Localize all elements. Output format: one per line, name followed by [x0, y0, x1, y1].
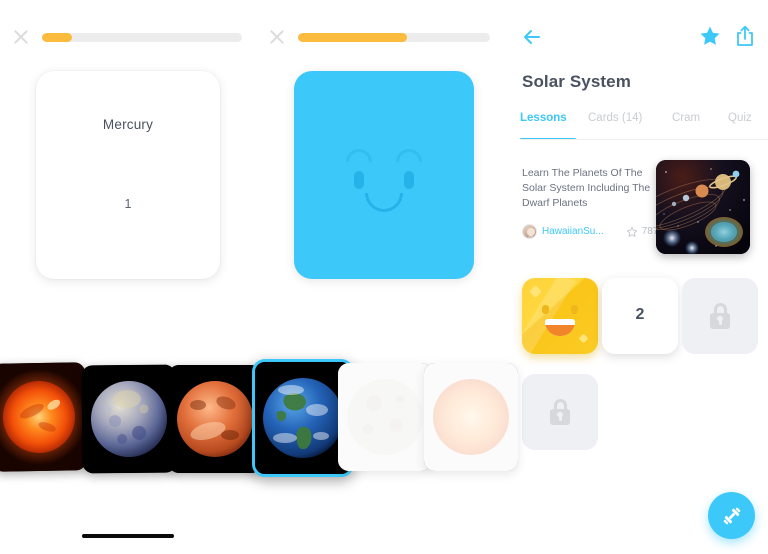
panel-middle-topbar: [256, 24, 504, 50]
eye-right: [404, 171, 414, 189]
tab-quiz[interactable]: Quiz: [728, 112, 752, 124]
lesson-title: Learn The Planets Of The Solar System In…: [522, 167, 651, 209]
tab-lessons[interactable]: Lessons: [520, 112, 567, 124]
lesson-tile-current[interactable]: 2: [602, 278, 678, 354]
progress-fill: [298, 32, 408, 42]
lesson-tile-locked[interactable]: [682, 278, 758, 354]
rating: 787: [626, 226, 658, 238]
progress-fill: [42, 32, 72, 42]
planet-card-carousel[interactable]: [0, 357, 520, 477]
flashcard-front[interactable]: Mercury 1: [36, 71, 220, 279]
eyebrow-right: [396, 149, 422, 162]
lesson-author[interactable]: HawaiianSu...: [542, 226, 604, 237]
close-icon[interactable]: [266, 26, 288, 48]
planet-card-next-2[interactable]: [424, 363, 518, 471]
progress-bar-left: [42, 32, 242, 42]
eye-left: [354, 171, 364, 189]
lock-icon: [710, 303, 730, 329]
mouth-open-smile: [545, 319, 575, 336]
lock-keyhole: [557, 411, 563, 421]
flashcard-number: 1: [124, 197, 132, 211]
tab-baseline: [520, 138, 768, 140]
tab-bar: Lessons Cards (14) Cram Quiz: [520, 112, 768, 140]
lesson-list-item[interactable]: Learn The Planets Of The Solar System In…: [522, 160, 758, 258]
mouth-smile: [365, 193, 403, 212]
planet-card-next-1[interactable]: [338, 363, 432, 471]
dumbbell-icon: [723, 507, 740, 524]
lock-icon: [550, 399, 570, 425]
lock-keyhole: [717, 315, 723, 325]
flashcard-term: Mercury: [102, 117, 154, 132]
smiley-face-icon: [294, 149, 474, 229]
lesson-tile-locked[interactable]: [522, 374, 598, 450]
lesson-detail-panel: Solar System Lessons Cards (14) Cram Qui…: [502, 0, 768, 554]
tab-cram[interactable]: Cram: [672, 112, 700, 124]
close-icon[interactable]: [10, 26, 32, 48]
eye-right: [571, 305, 578, 314]
page-title: Solar System: [522, 72, 631, 91]
lesson-thumbnail[interactable]: [656, 160, 750, 254]
planet-card-sun[interactable]: [0, 362, 87, 472]
lesson-tile-number: 2: [635, 306, 645, 323]
lock-body: [710, 313, 730, 329]
back-arrow-icon[interactable]: [520, 25, 544, 49]
lesson-meta: HawaiianSu... 787: [522, 224, 658, 239]
planet-card-venus[interactable]: [168, 365, 262, 473]
lesson-tile-completed[interactable]: [502, 271, 598, 375]
eyebrow-left: [346, 149, 372, 162]
star-icon[interactable]: [698, 24, 722, 48]
star-outline-icon: [626, 226, 637, 237]
panel-left-topbar: [0, 24, 256, 50]
congrats-smiley-card[interactable]: [294, 71, 474, 279]
home-indicator: [82, 534, 174, 538]
sparkle-icon: [529, 285, 542, 298]
eye-left: [542, 305, 549, 314]
progress-bar-middle: [298, 32, 490, 42]
sparkle-icon: [578, 333, 589, 344]
tab-cards[interactable]: Cards (14): [588, 112, 642, 124]
planet-card-mercury[interactable]: [81, 364, 177, 474]
practice-fab-button[interactable]: [708, 492, 755, 539]
app-screen: Mercury 1 Solar System Lessons Cards (14…: [0, 0, 768, 554]
share-icon[interactable]: [734, 24, 756, 48]
detail-topbar: [504, 20, 768, 54]
avatar: [522, 224, 537, 239]
lock-body: [550, 409, 570, 425]
